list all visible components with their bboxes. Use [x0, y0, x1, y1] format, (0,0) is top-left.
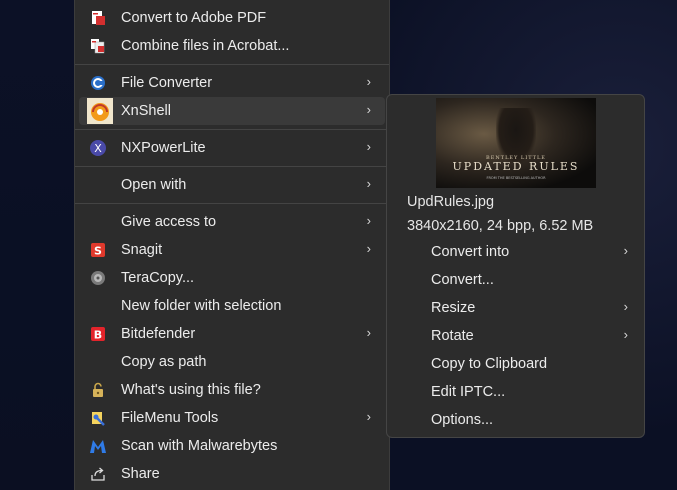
- nxpowerlite-icon: X: [89, 139, 107, 157]
- teracopy-icon: [89, 269, 107, 287]
- menu-separator: [75, 129, 389, 130]
- menu-item-label: XnShell: [121, 103, 171, 119]
- svg-text:B: B: [94, 329, 102, 342]
- xnshell-icon: [87, 98, 113, 124]
- context-menu: Convert to Adobe PDF Combine files in Ac…: [74, 0, 390, 490]
- menu-item-xnshell[interactable]: XnShell ›: [79, 97, 385, 125]
- chevron-right-icon: ›: [366, 213, 371, 228]
- filemenu-tools-icon: [89, 409, 107, 427]
- menu-separator: [75, 203, 389, 204]
- menu-item-new-folder-with-selection[interactable]: New folder with selection: [79, 292, 385, 320]
- chevron-right-icon: ›: [623, 327, 628, 342]
- menu-item-scan-with-malwarebytes[interactable]: Scan with Malwarebytes: [79, 432, 385, 460]
- menu-item-combine-files-in-acrobat[interactable]: Combine files in Acrobat...: [79, 32, 385, 60]
- menu-item-nxpowerlite[interactable]: X NXPowerLite ›: [79, 134, 385, 162]
- menu-item-give-access-to[interactable]: Give access to ›: [79, 208, 385, 236]
- menu-item-label: Combine files in Acrobat...: [121, 38, 290, 54]
- chevron-right-icon: ›: [366, 139, 371, 154]
- xnshell-submenu: BENTLEY LITTLE UPDATED RULES FROM THE BE…: [386, 94, 645, 438]
- submenu-item-options[interactable]: Options...: [431, 412, 493, 428]
- menu-item-label: Convert to Adobe PDF: [121, 10, 267, 26]
- thumbnail-tagline: FROM THE BESTSELLING AUTHOR: [486, 176, 546, 180]
- menu-item-share[interactable]: Share: [79, 460, 385, 488]
- menu-item-copy-as-path[interactable]: Copy as path: [79, 348, 385, 376]
- menu-item-label: Give access to: [121, 214, 217, 230]
- menu-item-file-converter[interactable]: File Converter ›: [79, 69, 385, 97]
- chevron-right-icon: ›: [366, 325, 371, 340]
- menu-item-label: Bitdefender: [121, 326, 196, 342]
- menu-item-label: New folder with selection: [121, 298, 282, 314]
- thumbnail-title: UPDATED RULES: [452, 160, 580, 173]
- chevron-right-icon: ›: [366, 74, 371, 89]
- menu-item-label: Snagit: [121, 242, 163, 258]
- submenu-item-convert-into[interactable]: Convert into: [431, 244, 509, 260]
- submenu-item-label: Edit IPTC...: [431, 384, 506, 400]
- adobe-pdf-icon: [89, 9, 107, 27]
- menu-item-label: FileMenu Tools: [121, 410, 219, 426]
- submenu-item-label: Rotate: [431, 328, 474, 344]
- menu-item-label: NXPowerLite: [121, 140, 206, 156]
- chevron-right-icon: ›: [366, 102, 371, 117]
- menu-item-label: Share: [121, 466, 160, 482]
- menu-item-bitdefender[interactable]: B Bitdefender ›: [79, 320, 385, 348]
- svg-text:S: S: [94, 245, 102, 258]
- submenu-item-label: Convert...: [431, 272, 494, 288]
- menu-item-label: Open with: [121, 177, 187, 193]
- menu-item-filemenu-tools[interactable]: FileMenu Tools ›: [79, 404, 385, 432]
- file-name: UpdRules.jpg: [407, 194, 495, 210]
- file-info: 3840x2160, 24 bpp, 6.52 MB: [407, 218, 594, 234]
- image-thumbnail[interactable]: BENTLEY LITTLE UPDATED RULES FROM THE BE…: [436, 98, 596, 188]
- menu-item-label: File Converter: [121, 75, 213, 91]
- submenu-item-rotate[interactable]: Rotate: [431, 328, 474, 344]
- bitdefender-icon: B: [89, 325, 107, 343]
- chevron-right-icon: ›: [366, 409, 371, 424]
- chevron-right-icon: ›: [366, 176, 371, 191]
- menu-item-label: Copy as path: [121, 354, 207, 370]
- menu-item-whats-using-this-file[interactable]: What's using this file?: [79, 376, 385, 404]
- acrobat-combine-icon: [89, 37, 107, 55]
- menu-separator: [75, 64, 389, 65]
- svg-text:X: X: [94, 142, 102, 155]
- menu-item-convert-to-adobe-pdf[interactable]: Convert to Adobe PDF: [79, 4, 385, 32]
- snagit-icon: S: [89, 241, 107, 259]
- chevron-right-icon: ›: [623, 299, 628, 314]
- submenu-item-resize[interactable]: Resize: [431, 300, 475, 316]
- lock-icon: [89, 381, 107, 399]
- malwarebytes-icon: [89, 437, 107, 455]
- submenu-item-label: Convert into: [431, 244, 510, 260]
- menu-item-label: Scan with Malwarebytes: [121, 438, 278, 454]
- submenu-item-label: Resize: [431, 300, 476, 316]
- submenu-item-convert[interactable]: Convert...: [431, 272, 494, 288]
- submenu-item-copy-to-clipboard[interactable]: Copy to Clipboard: [431, 356, 547, 372]
- menu-item-label: What's using this file?: [121, 382, 261, 398]
- menu-item-snagit[interactable]: S Snagit ›: [79, 236, 385, 264]
- menu-item-open-with[interactable]: Open with ›: [79, 171, 385, 199]
- chevron-right-icon: ›: [623, 243, 628, 258]
- menu-item-teracopy[interactable]: TeraCopy...: [79, 264, 385, 292]
- menu-item-label: TeraCopy...: [121, 270, 195, 286]
- submenu-item-label: Copy to Clipboard: [431, 356, 548, 372]
- file-converter-icon: [89, 74, 107, 92]
- menu-separator: [75, 166, 389, 167]
- submenu-item-edit-iptc[interactable]: Edit IPTC...: [431, 384, 505, 400]
- submenu-item-label: Options...: [431, 412, 494, 428]
- share-icon: [89, 465, 107, 483]
- chevron-right-icon: ›: [366, 241, 371, 256]
